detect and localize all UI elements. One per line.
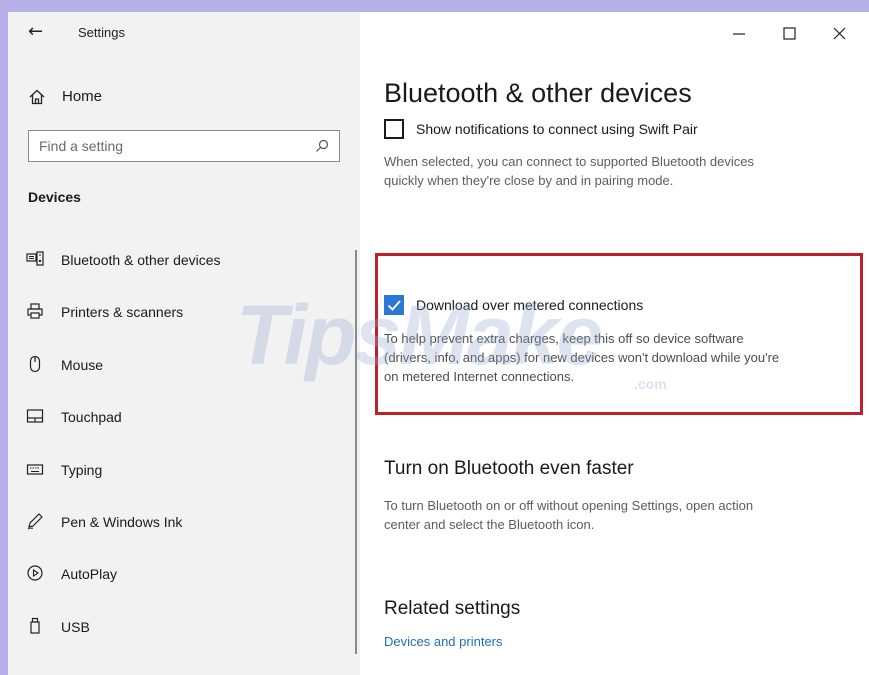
search-input[interactable]: Find a setting [28,130,340,162]
section-title: Devices [28,189,81,205]
sidebar-item-pen[interactable]: Pen & Windows Ink [8,504,348,556]
sidebar-item-autoplay[interactable]: AutoPlay [8,556,348,608]
swift-pair-checkbox[interactable] [384,119,404,139]
metered-checkbox[interactable] [384,295,404,315]
checkmark-icon [387,300,401,311]
sidebar-item-bluetooth[interactable]: Bluetooth & other devices [8,242,348,294]
sidebar-item-typing[interactable]: Typing [8,452,348,504]
settings-window: ← Settings Home Find a setting Devices B… [8,12,869,675]
sidebar-item-mouse[interactable]: Mouse [8,347,348,399]
metered-description: To help prevent extra charges, keep this… [384,329,779,386]
usb-icon [26,617,44,635]
swift-pair-label: Show notifications to connect using Swif… [416,121,698,137]
printer-icon [26,302,44,320]
back-arrow-icon[interactable]: ← [28,23,43,41]
sidebar-item-touchpad[interactable]: Touchpad [8,399,348,451]
sidebar-scrollbar[interactable] [355,250,357,654]
related-settings-heading: Related settings [384,598,521,619]
touchpad-icon [26,407,44,425]
description-line: (drivers, info, and apps) for new device… [384,350,780,365]
mouse-icon [26,355,44,373]
description-line: on metered Internet connections. [384,369,575,384]
faster-description: To turn Bluetooth on or off without open… [384,496,753,534]
sidebar-item-usb[interactable]: USB [8,609,348,661]
search-icon[interactable] [315,139,329,153]
description-line: To turn Bluetooth on or off without open… [384,498,754,513]
home-icon [28,88,46,106]
sidebar-item-label: Typing [61,461,103,478]
keyboard-icon [26,460,44,478]
sidebar: ← Settings Home Find a setting Devices B… [8,12,360,675]
search-placeholder: Find a setting [39,138,124,154]
description-line: When selected, you can connect to suppor… [384,154,755,169]
sidebar-item-label: Bluetooth & other devices [61,252,221,268]
titlebar: ← Settings [8,12,360,54]
sidebar-item-label: Mouse [61,356,104,373]
swift-pair-description: When selected, you can connect to suppor… [384,152,754,190]
main-content: Bluetooth & other devices Show notificat… [360,12,869,675]
app-title: Settings [78,25,125,40]
autoplay-icon [26,564,44,582]
sidebar-item-label: Pen & Windows Ink [61,513,183,530]
sidebar-nav: Bluetooth & other devices Printers & sca… [8,242,348,661]
page-title: Bluetooth & other devices [384,78,692,108]
pen-icon [26,512,44,530]
sidebar-item-label: USB [61,618,90,635]
description-line: To help prevent extra charges, keep this… [384,331,744,346]
home-label: Home [62,88,103,105]
sidebar-item-label: Touchpad [61,409,122,426]
bluetooth-devices-icon [26,250,44,268]
devices-and-printers-link[interactable]: Devices and printers [384,634,503,649]
description-line: quickly when they're close by and in pai… [384,173,674,188]
description-line: center and select the Bluetooth icon. [384,517,595,532]
sidebar-item-printers[interactable]: Printers & scanners [8,294,348,346]
metered-label: Download over metered connections [416,297,644,313]
sidebar-item-label: Printers & scanners [61,304,184,321]
sidebar-item-label: AutoPlay [61,566,118,583]
faster-heading: Turn on Bluetooth even faster [384,458,634,479]
